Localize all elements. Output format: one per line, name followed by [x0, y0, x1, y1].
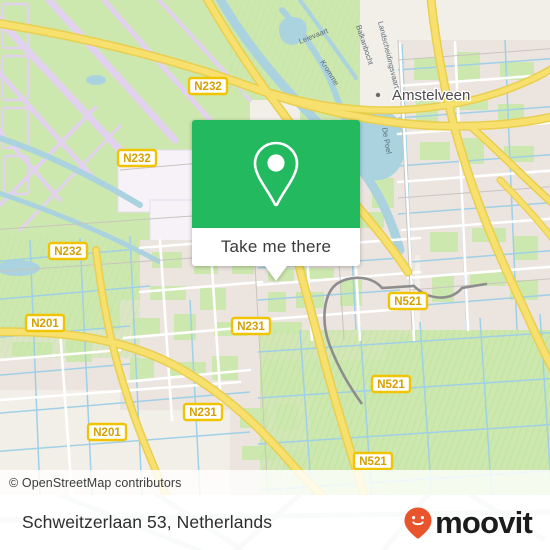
moovit-wordmark: moovit — [435, 505, 533, 540]
road-shield-label: N521 — [377, 379, 405, 391]
callout-pin-area — [192, 120, 360, 228]
road-shield-label: N231 — [189, 407, 217, 419]
road-shield: N521 — [352, 451, 394, 471]
road-shield: N201 — [24, 313, 66, 333]
road-shield: N232 — [47, 241, 89, 261]
take-me-there-callout[interactable]: Take me there — [192, 120, 360, 281]
place-dot — [375, 92, 381, 98]
road-shield: N521 — [387, 291, 429, 311]
moovit-logo[interactable]: moovit — [403, 505, 533, 540]
footer-bar: Schweitzerlaan 53, Netherlands moovit — [0, 495, 550, 550]
road-shield-label: N201 — [31, 318, 59, 330]
road-shield-label: N231 — [237, 321, 265, 333]
road-shield-label: N521 — [359, 456, 387, 468]
attribution-text: © OpenStreetMap contributors — [9, 475, 182, 490]
take-me-there-label: Take me there — [220, 237, 332, 256]
map-screenshot: Leievaart Kromme Balkanbocht Landscheidings… — [0, 0, 550, 550]
road-shield-label: N232 — [54, 246, 82, 258]
address-label: Schweitzerlaan 53, Netherlands — [22, 512, 273, 532]
road-shield: N232 — [187, 76, 229, 96]
callout-action-bar[interactable]: Take me there — [192, 228, 360, 281]
road-shield: N201 — [86, 422, 128, 442]
road-shield-label: N232 — [194, 81, 222, 93]
road-shield-label: N232 — [123, 153, 151, 165]
road-shield-label: N521 — [394, 296, 422, 308]
place-label: Amstelveen — [392, 87, 470, 104]
road-shield: N231 — [230, 316, 272, 336]
road-shield: N521 — [370, 374, 412, 394]
road-shield: N232 — [116, 148, 158, 168]
map-pin-icon — [253, 141, 299, 207]
map-attribution[interactable]: © OpenStreetMap contributors — [0, 470, 550, 495]
road-shield-label: N201 — [93, 427, 121, 439]
road-shield: N231 — [182, 402, 224, 422]
moovit-pin-icon — [404, 507, 432, 539]
map-canvas[interactable]: Leievaart Kromme Balkanbocht Landscheidings… — [0, 0, 550, 495]
callout-tail — [265, 266, 287, 281]
